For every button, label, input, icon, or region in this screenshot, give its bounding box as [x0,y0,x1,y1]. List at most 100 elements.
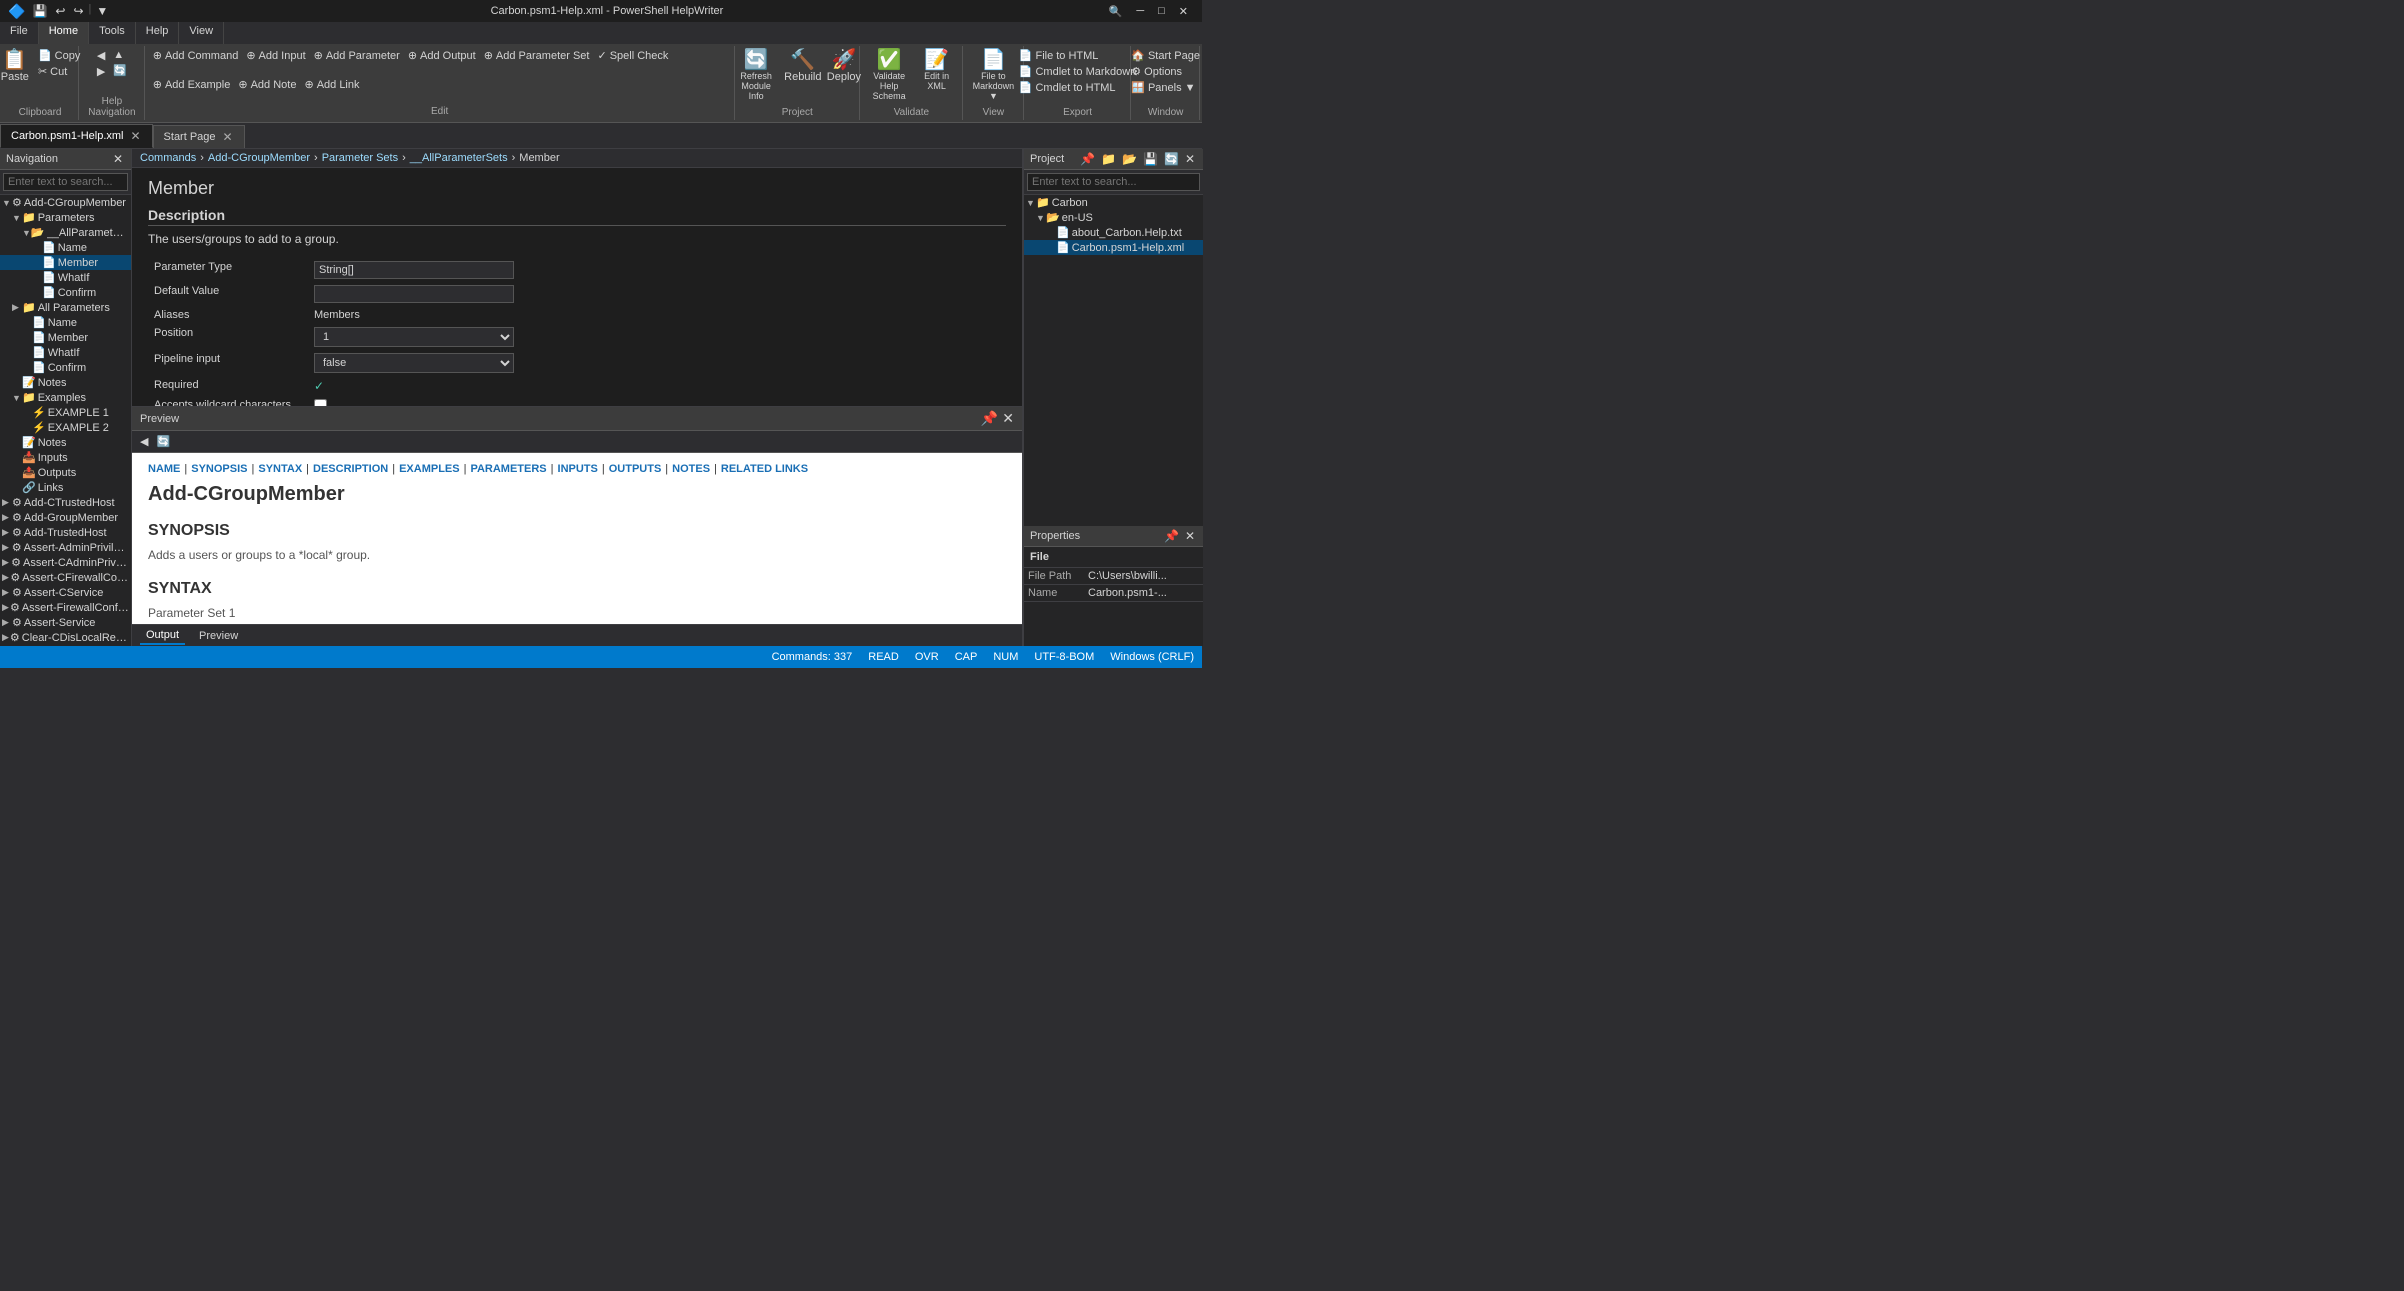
project-search-input[interactable] [1027,173,1200,191]
preview-link-synopsis[interactable]: SYNOPSIS [191,463,247,475]
file-to-markdown-btn[interactable]: 📄 File toMarkdown ▼ [968,48,1019,103]
rebuild-btn[interactable]: 🔨 Rebuild [783,48,823,85]
tree-item-parameters[interactable]: ▼ 📁 Parameters [0,210,131,225]
preview-link-inputs[interactable]: INPUTS [558,463,598,475]
tree-item-clear-cmof[interactable]: ▶ ⚙ Clear-CMofAuthoringMet... [0,645,131,646]
cmdlet-to-markdown-btn[interactable]: 📄 Cmdlet to Markdown [1016,64,1140,79]
tree-item-name[interactable]: 📄 Name [0,240,131,255]
tree-item-assert-cfirewall[interactable]: ▶ ⚙ Assert-CFirewallConfigu... [0,570,131,585]
spell-check-btn[interactable]: ✓ Spell Check [594,48,671,63]
window-search[interactable]: 🔍 [1103,3,1129,20]
project-tree-carbon-xml[interactable]: 📄 Carbon.psm1-Help.xml [1024,240,1203,255]
add-parameter-set-btn[interactable]: ⊕ Add Parameter Set [481,48,593,63]
project-open-btn[interactable]: 📂 [1120,152,1139,166]
preview-pin-btn[interactable]: 📌 [981,410,998,427]
tree-item-assert-cadminpriv[interactable]: ▶ ⚙ Assert-CAdminPrivilege [0,555,131,570]
copy-button[interactable]: 📄 Copy [35,48,83,63]
add-input-btn[interactable]: ⊕ Add Input [243,48,308,63]
nav-up[interactable]: ▲ [110,48,130,62]
preview-link-description[interactable]: DESCRIPTION [313,463,388,475]
tree-item-allparamsets[interactable]: ▼ 📂 __AllParameterSets [0,225,131,240]
output-tab-preview[interactable]: Preview [193,628,244,644]
tree-item-assert-service[interactable]: ▶ ⚙ Assert-Service [0,615,131,630]
add-note-btn[interactable]: ⊕ Add Note [235,77,299,92]
tree-item-confirm1[interactable]: 📄 Confirm [0,285,131,300]
project-close-btn[interactable]: ✕ [1183,152,1197,166]
cut-button[interactable]: ✂ Cut [35,64,83,79]
tab-file[interactable]: File [0,22,39,44]
tree-item-assert-cservice[interactable]: ▶ ⚙ Assert-CService [0,585,131,600]
breadcrumb-paramsets[interactable]: Parameter Sets [322,152,398,164]
add-parameter-btn[interactable]: ⊕ Add Parameter [311,48,403,63]
preview-link-notes[interactable]: NOTES [672,463,710,475]
file-to-html-btn[interactable]: 📄 File to HTML [1016,48,1140,63]
tree-item-notes[interactable]: 📝 Notes [0,375,131,390]
tree-item-add-ctrustedhost[interactable]: ▶ ⚙ Add-CTrustedHost [0,495,131,510]
window-maximize[interactable]: □ [1152,3,1171,20]
props-pin-btn[interactable]: 📌 [1162,529,1181,543]
tree-item-all-params[interactable]: ▶ 📁 All Parameters [0,300,131,315]
tree-item-clear-cdislocal[interactable]: ▶ ⚙ Clear-CDisLocalResource... [0,630,131,645]
tab-home[interactable]: Home [39,22,89,44]
tab-start-close[interactable]: ✕ [222,130,234,144]
tree-item-outputs[interactable]: 📤 Outputs [0,465,131,480]
project-tree-about[interactable]: 📄 about_Carbon.Help.txt [1024,225,1203,240]
preview-back-btn[interactable]: ◀ [140,435,148,448]
tab-start-page[interactable]: Start Page ✕ [153,125,245,148]
tree-item-example1[interactable]: ⚡ EXAMPLE 1 [0,405,131,420]
project-new-btn[interactable]: 📁 [1099,152,1118,166]
tree-item-examples[interactable]: ▼ 📁 Examples [0,390,131,405]
props-close-btn[interactable]: ✕ [1183,529,1197,543]
tab-carbon-xml[interactable]: Carbon.psm1-Help.xml ✕ [0,124,153,148]
undo-btn[interactable]: ↩ [52,3,68,19]
project-refresh-btn[interactable]: 🔄 [1162,152,1181,166]
window-close[interactable]: ✕ [1173,3,1194,20]
start-page-btn[interactable]: 🏠 Start Page [1128,48,1203,63]
tab-tools[interactable]: Tools [89,22,136,44]
breadcrumb-commands[interactable]: Commands [140,152,196,164]
tree-item-add-trustedhost[interactable]: ▶ ⚙ Add-TrustedHost [0,525,131,540]
position-select[interactable]: 1 2 named [314,327,514,347]
add-output-btn[interactable]: ⊕ Add Output [405,48,479,63]
tree-item-member[interactable]: 📄 Member [0,255,131,270]
pipeline-select[interactable]: false true ByValue ByPropertyName [314,353,514,373]
preview-link-related[interactable]: RELATED LINKS [721,463,808,475]
save-quick-btn[interactable]: 💾 [29,3,50,19]
param-type-input[interactable] [314,261,514,279]
preview-link-syntax[interactable]: SYNTAX [258,463,302,475]
preview-refresh-btn[interactable]: 🔄 [156,435,170,448]
panels-btn[interactable]: 🪟 Panels ▼ [1128,80,1203,95]
tab-carbon-close[interactable]: ✕ [129,129,141,143]
redo-btn[interactable]: ↪ [70,3,86,19]
tree-item-confirm2[interactable]: 📄 Confirm [0,360,131,375]
deploy-btn[interactable]: 🚀 Deploy [825,48,863,85]
tree-item-name2[interactable]: 📄 Name [0,315,131,330]
options-btn[interactable]: ⚙ Options [1128,64,1203,79]
tree-item-example2[interactable]: ⚡ EXAMPLE 2 [0,420,131,435]
tab-view[interactable]: View [179,22,224,44]
breadcrumb-cgroupmember[interactable]: Add-CGroupMember [208,152,310,164]
preview-close-btn[interactable]: ✕ [1002,410,1014,427]
edit-xml-btn[interactable]: 📝 Edit in XML [915,48,957,93]
nav-panel-close[interactable]: ✕ [111,152,125,166]
nav-search-input[interactable] [3,173,128,191]
project-tree-carbon[interactable]: ▼ 📁 Carbon [1024,195,1203,210]
tree-item-assert-adminpriv[interactable]: ▶ ⚙ Assert-AdminPrivilege [0,540,131,555]
add-command-btn[interactable]: ⊕ Add Command [150,48,242,63]
default-value-input[interactable] [314,285,514,303]
nav-refresh[interactable]: 🔄 [110,63,130,78]
refresh-module-btn[interactable]: 🔄 RefreshModule Info [732,48,781,103]
breadcrumb-allparamsets[interactable]: __AllParameterSets [410,152,508,164]
window-minimize[interactable]: ─ [1130,3,1150,20]
project-save-btn[interactable]: 💾 [1141,152,1160,166]
add-example-btn[interactable]: ⊕ Add Example [150,77,234,92]
preview-link-examples[interactable]: EXAMPLES [399,463,460,475]
tree-item-inputs[interactable]: 📥 Inputs [0,450,131,465]
tree-item-links[interactable]: 🔗 Links [0,480,131,495]
tree-item-add-groupmember[interactable]: ▶ ⚙ Add-GroupMember [0,510,131,525]
tree-item-notes2[interactable]: 📝 Notes [0,435,131,450]
tree-item-whatif[interactable]: 📄 WhatIf [0,270,131,285]
paste-button[interactable]: 📋 Paste [0,48,33,85]
tree-item-whatif2[interactable]: 📄 WhatIf [0,345,131,360]
project-pin-btn[interactable]: 📌 [1078,152,1097,166]
